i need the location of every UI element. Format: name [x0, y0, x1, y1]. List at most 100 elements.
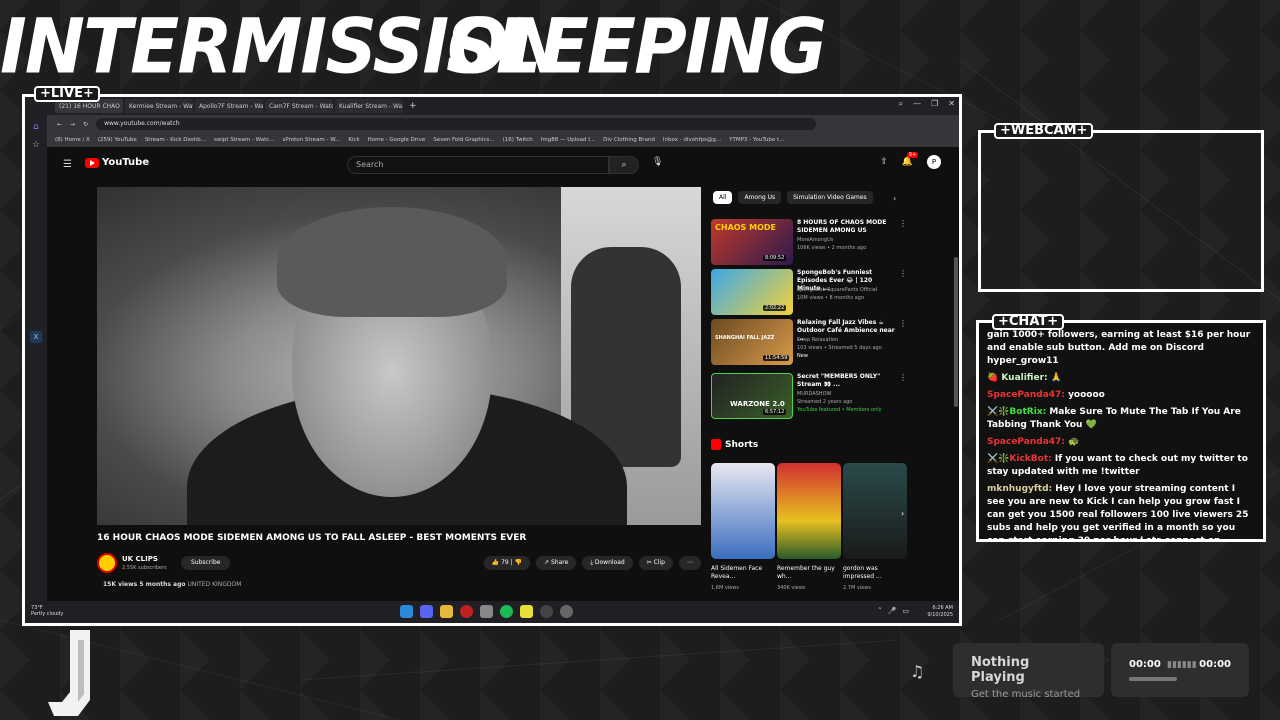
- reload-icon[interactable]: ↻: [83, 121, 88, 128]
- recommended-video[interactable]: SHANGHAI FALL JAZZ 11:54:59 Relaxing Fal…: [711, 319, 911, 365]
- shorts-label: Shorts: [725, 439, 759, 450]
- avatar[interactable]: P: [927, 155, 941, 169]
- page-scrollbar[interactable]: [954, 257, 958, 407]
- notifications-bell-icon[interactable]: 🔔 9+: [902, 152, 919, 167]
- chat-username: SpacePanda47:: [987, 390, 1065, 400]
- like-button[interactable]: 👍 79 | 👎: [483, 556, 531, 570]
- file-explorer-icon[interactable]: [440, 605, 453, 618]
- browser-tab[interactable]: Kualifier Stream - Wa: [335, 99, 403, 113]
- more-options-icon[interactable]: ⋮: [899, 373, 907, 382]
- chip-simulation[interactable]: Simulation Video Games: [787, 191, 873, 204]
- media-player-icon[interactable]: [520, 605, 533, 618]
- url-field[interactable]: www.youtube.com/watch: [96, 118, 817, 130]
- search-icon[interactable]: ⌕: [609, 156, 639, 174]
- bookmark[interactable]: Home - Google Drive: [368, 137, 426, 143]
- spotify-icon[interactable]: [500, 605, 513, 618]
- recommended-video[interactable]: 2:02:22 SpongeBob's Funniest Episodes Ev…: [711, 269, 911, 315]
- chip-among-us[interactable]: Among Us: [738, 191, 782, 204]
- download-button[interactable]: ⤓ Download: [582, 556, 633, 570]
- address-bar-row: ← → ↻ www.youtube.com/watch: [47, 115, 959, 133]
- upload-icon[interactable]: ⇧: [880, 157, 888, 167]
- microphone-icon[interactable]: 🎙: [652, 157, 663, 167]
- short-thumbnail[interactable]: [843, 463, 907, 559]
- bookmark[interactable]: Inbox - divohfps@g...: [663, 137, 721, 143]
- bookmark[interactable]: YTMP3 - YouTube t...: [729, 137, 784, 143]
- channel-name[interactable]: UK CLIPS: [122, 555, 158, 563]
- clip-label: Clip: [653, 559, 665, 566]
- close-icon[interactable]: ✕: [948, 99, 955, 109]
- bookmark[interactable]: swipt Stream - Watc...: [214, 137, 275, 143]
- sleeping-title: Sleeping: [446, 1, 827, 91]
- recommended-channel: MoreAmongUs: [797, 237, 834, 243]
- subscribe-button[interactable]: Subscribe: [181, 556, 231, 570]
- short-thumbnail[interactable]: [711, 463, 775, 559]
- recommended-video[interactable]: WARZONE 2.0 6:57:12 Secret "MEMBERS ONLY…: [711, 373, 911, 419]
- back-icon[interactable]: ←: [57, 121, 62, 128]
- chat-username: ⚔️❇️KickBot:: [987, 454, 1052, 464]
- new-badge: New: [797, 353, 808, 359]
- bookmark[interactable]: (8) Home / X: [55, 137, 90, 143]
- obs-icon[interactable]: [540, 605, 553, 618]
- more-actions-icon[interactable]: ⋯: [679, 556, 701, 570]
- browser-tab[interactable]: Kermiee Stream - Watch: [125, 99, 193, 113]
- bookmark[interactable]: Kick: [348, 137, 359, 143]
- bookmark[interactable]: Img88 — Upload I...: [541, 137, 595, 143]
- new-tab-icon[interactable]: +: [409, 101, 417, 111]
- network-icon[interactable]: ▭: [902, 607, 909, 615]
- now-playing-title: Nothing Playing: [971, 655, 1030, 685]
- app-icon[interactable]: [560, 605, 573, 618]
- bookmark[interactable]: sProton Stream - W...: [283, 137, 341, 143]
- star-icon[interactable]: ☆: [30, 139, 42, 151]
- x-app-icon[interactable]: X: [30, 331, 42, 343]
- microphone-icon[interactable]: 🎤: [888, 607, 897, 615]
- shorts-icon: [711, 439, 721, 450]
- short-views: 340K views: [777, 585, 806, 591]
- duration-badge: 11:54:59: [763, 355, 790, 361]
- chevron-right-icon[interactable]: ›: [893, 194, 896, 203]
- short-thumbnail[interactable]: [777, 463, 841, 559]
- chip-all[interactable]: All: [713, 191, 733, 204]
- search-tabs-icon[interactable]: ⌕: [899, 99, 903, 109]
- bookmark[interactable]: (259) YouTube: [98, 137, 137, 143]
- chevron-right-icon[interactable]: ›: [901, 509, 904, 518]
- youtube-logo-text: YouTube: [102, 157, 150, 168]
- hamburger-menu-icon[interactable]: ☰: [63, 159, 72, 170]
- maximize-icon[interactable]: ❐: [931, 99, 938, 109]
- channel-avatar[interactable]: [97, 553, 117, 573]
- chat-text: 🙏: [1050, 373, 1062, 383]
- recommended-video[interactable]: CHAOS MODE 8:09:52 8 HOURS OF CHAOS MODE…: [711, 219, 911, 265]
- chat-text: gain 1000+ followers, earning at least $…: [987, 330, 1251, 366]
- live-tag: +LIVE+: [34, 86, 100, 102]
- weather-condition: Partly cloudy: [31, 611, 64, 617]
- browser-tab[interactable]: Cam7F Stream - Watch Li: [265, 99, 333, 113]
- weather-widget[interactable]: 73°F Partly cloudy: [31, 605, 63, 617]
- taskbar-clock[interactable]: 6:26 AM 9/10/2025: [927, 605, 953, 619]
- home-icon[interactable]: ⌂: [30, 121, 42, 133]
- start-icon[interactable]: [400, 605, 413, 618]
- chat-text: yooooo: [1068, 390, 1105, 400]
- chat-tag: +CHAT+: [992, 314, 1065, 330]
- browser-tab[interactable]: Apollo7F Stream - Watch: [195, 99, 263, 113]
- more-options-icon[interactable]: ⋮: [899, 219, 907, 228]
- youtube-logo[interactable]: YouTube: [85, 157, 149, 168]
- webcam-tag: +WEBCAM+: [994, 123, 1094, 139]
- forward-icon[interactable]: →: [70, 121, 75, 128]
- bookmark[interactable]: Stream - Kick Dashb...: [145, 137, 206, 143]
- more-options-icon[interactable]: ⋮: [899, 319, 907, 328]
- bookmark[interactable]: Div Clothing Brand: [603, 137, 655, 143]
- bookmark[interactable]: Seven Fold Graphics...: [433, 137, 494, 143]
- bookmark[interactable]: (16) Twitch: [503, 137, 533, 143]
- video-player[interactable]: [97, 187, 701, 525]
- chevron-up-icon[interactable]: ˄: [878, 607, 882, 615]
- settings-icon[interactable]: [480, 605, 493, 618]
- share-button[interactable]: ↗ Share: [536, 556, 577, 570]
- recording-app-icon[interactable]: [460, 605, 473, 618]
- minimize-icon[interactable]: —: [913, 99, 921, 109]
- more-options-icon[interactable]: ⋮: [899, 269, 907, 278]
- search-input[interactable]: Search: [347, 156, 609, 174]
- total-time: 00:00: [1199, 659, 1231, 670]
- channel-row: UK CLIPS 2.55K subscribers Subscribe 👍 7…: [97, 551, 701, 575]
- discord-icon[interactable]: [420, 605, 433, 618]
- clip-button[interactable]: ✂ Clip: [638, 556, 673, 570]
- chat-message: ⚔️❇️KickBot: If you want to check out my…: [987, 453, 1255, 479]
